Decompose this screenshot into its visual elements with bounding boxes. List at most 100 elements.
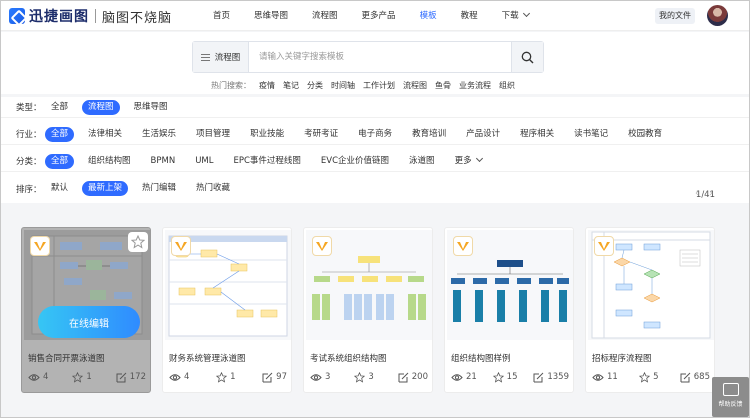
hot-search: 热门搜索： 疫情 笔记 分类 时间轴 工作计划 流程图 鱼骨 业务流程 组织 <box>211 80 523 91</box>
hot-term[interactable]: 疫情 <box>259 80 275 91</box>
help-feedback-button[interactable]: 帮助反馈 <box>712 377 749 417</box>
template-card[interactable]: 考试系统组织结构图 3 3 200 <box>303 227 433 393</box>
edit-icon <box>262 372 273 382</box>
template-thumbnail[interactable] <box>447 230 573 340</box>
filter-option[interactable]: 职业技能 <box>244 127 290 142</box>
hot-term[interactable]: 时间轴 <box>331 80 355 91</box>
filter-option[interactable]: 产品设计 <box>460 127 506 142</box>
brand-slogan: 脑图不烧脑 <box>102 10 173 26</box>
edit-count: 685 <box>680 371 710 383</box>
filter-label: 行业： <box>16 130 42 140</box>
like-count: 1 <box>72 371 92 383</box>
hot-term[interactable]: 业务流程 <box>459 80 491 91</box>
filter-option-selected[interactable]: 全部 <box>45 153 75 169</box>
logo-icon <box>9 8 25 24</box>
chevron-down-icon <box>522 9 530 18</box>
template-card[interactable]: 招标程序流程图 11 5 685 <box>585 227 715 393</box>
template-title[interactable]: 财务系统管理泳道图 <box>169 352 246 364</box>
template-title[interactable]: 招标程序流程图 <box>592 352 652 364</box>
brand-logo[interactable]: 迅捷画图 脑图不烧脑 <box>9 6 172 26</box>
edit-count-value: 172 <box>129 372 146 382</box>
template-thumbnail[interactable] <box>306 230 432 340</box>
edit-count: 200 <box>398 371 428 383</box>
filter-option[interactable]: 项目管理 <box>190 127 236 142</box>
online-edit-button[interactable]: 在线编辑 <box>38 306 140 338</box>
filter-row-sort: 排序： 默认 最新上架 热门编辑 热门收藏 <box>1 178 749 199</box>
filter-option[interactable]: 读书笔记 <box>568 127 614 142</box>
template-title[interactable]: 考试系统组织结构图 <box>310 352 387 364</box>
nav-item-templates[interactable]: 模板 <box>408 1 449 31</box>
search-type-select[interactable]: 流程图 <box>193 42 249 72</box>
filter-option[interactable]: UML <box>189 154 219 169</box>
search-button[interactable] <box>511 42 543 72</box>
search-type-label: 流程图 <box>214 53 241 63</box>
filter-option[interactable]: BPMN <box>145 154 182 169</box>
sort-option[interactable]: 热门收藏 <box>190 181 236 196</box>
template-card[interactable]: 在线编辑 销售合同开票泳道图 4 1 172 <box>21 227 151 393</box>
help-feedback-label: 帮助反馈 <box>718 401 743 408</box>
filter-option[interactable]: 电子商务 <box>352 127 398 142</box>
filter-option-selected[interactable]: 流程图 <box>82 99 120 115</box>
edit-count-value: 97 <box>276 372 287 382</box>
like-count-value: 1 <box>230 372 236 382</box>
main-menu: 首页 思维导图 流程图 更多产品 模板 教程 下载 <box>201 1 541 31</box>
filter-option[interactable]: EPC事件过程线图 <box>227 154 306 169</box>
nav-item-more-products[interactable]: 更多产品 <box>350 1 408 31</box>
sort-option[interactable]: 默认 <box>45 181 74 196</box>
filter-option[interactable]: EVC企业价值链图 <box>315 154 395 169</box>
filter-option[interactable]: 法律相关 <box>82 127 128 142</box>
search-input[interactable] <box>259 42 499 72</box>
star-icon <box>216 371 228 383</box>
my-files-button[interactable]: 我的文件 <box>655 8 695 24</box>
nav-item-download[interactable]: 下载 <box>490 1 541 31</box>
template-title[interactable]: 组织结构图样例 <box>451 352 511 364</box>
hot-term[interactable]: 工作计划 <box>363 80 395 91</box>
sort-option-selected[interactable]: 最新上架 <box>82 181 129 196</box>
edit-count: 1359 <box>533 371 569 383</box>
vip-badge-icon <box>312 236 332 256</box>
filter-more-button[interactable]: 更多 <box>449 154 488 169</box>
hot-term[interactable]: 鱼骨 <box>435 80 451 91</box>
filter-option[interactable]: 组织结构图 <box>82 154 137 169</box>
chevron-down-icon <box>475 154 483 162</box>
vip-badge-icon <box>30 236 50 256</box>
template-card[interactable]: 组织结构图样例 21 15 1359 <box>444 227 574 393</box>
filter-option[interactable]: 考研考证 <box>298 127 344 142</box>
template-thumbnail[interactable] <box>165 230 291 340</box>
template-card[interactable]: 财务系统管理泳道图 4 1 97 <box>162 227 292 393</box>
nav-item-mindmap[interactable]: 思维导图 <box>242 1 300 31</box>
filter-option[interactable]: 校园教育 <box>622 127 668 142</box>
nav-item-tutorials[interactable]: 教程 <box>449 1 490 31</box>
prev-page-button[interactable]: ‹ <box>691 187 703 201</box>
filter-row-category: 分类： 全部 组织结构图 BPMN UML EPC事件过程线图 EVC企业价值链… <box>1 151 749 172</box>
eye-icon <box>592 373 604 381</box>
star-icon <box>492 371 504 383</box>
hot-term[interactable]: 笔记 <box>283 80 299 91</box>
favorite-star-button[interactable] <box>128 232 148 252</box>
sort-option[interactable]: 热门编辑 <box>136 181 182 196</box>
hot-term[interactable]: 分类 <box>307 80 323 91</box>
like-count-value: 5 <box>653 372 659 382</box>
hot-term[interactable]: 流程图 <box>403 80 427 91</box>
template-title[interactable]: 销售合同开票泳道图 <box>28 352 105 364</box>
template-stats: 11 5 685 <box>592 371 710 383</box>
filter-option[interactable]: 生活娱乐 <box>136 127 182 142</box>
filter-option[interactable]: 思维导图 <box>128 100 174 115</box>
template-stats: 21 15 1359 <box>451 371 569 383</box>
filter-option[interactable]: 教育培训 <box>406 127 452 142</box>
filter-option[interactable]: 程序相关 <box>514 127 560 142</box>
template-thumbnail[interactable] <box>588 230 714 340</box>
avatar[interactable] <box>707 5 728 26</box>
vip-badge-icon <box>594 236 614 256</box>
nav-item-home[interactable]: 首页 <box>201 1 242 31</box>
filter-option[interactable]: 全部 <box>45 100 74 115</box>
next-page-button[interactable]: › <box>705 187 717 201</box>
filter-option-selected[interactable]: 全部 <box>45 126 75 142</box>
filter-option[interactable]: 泳道图 <box>403 154 441 169</box>
nav-item-flowchart[interactable]: 流程图 <box>300 1 350 31</box>
template-thumbnail[interactable]: 在线编辑 <box>24 230 150 340</box>
view-count: 21 <box>451 371 477 383</box>
hot-term[interactable]: 组织 <box>499 80 515 91</box>
edit-icon <box>398 372 409 382</box>
filter-label: 排序： <box>16 184 42 195</box>
